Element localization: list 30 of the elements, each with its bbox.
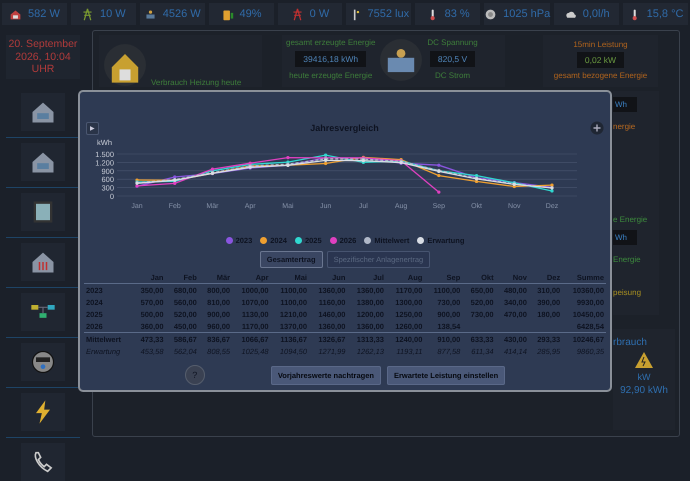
energy-value: Wh [613,230,637,245]
power-value: 0,02 kW [576,52,624,68]
status-value: 49% [240,8,262,20]
status-value: 1025 hPa [503,8,550,20]
date-time: 20. September 2026, 10:04 UHR [6,35,80,79]
energy-label: nergie [613,122,636,131]
import-label: gesamt bezogene Energie [554,71,648,80]
status-value: 10 W [100,8,126,20]
status-value: 83 % [444,8,470,20]
consumption-label: rbrauch [613,337,647,348]
consumption-value: 92,90 kWh [620,385,668,396]
power-label: 15min Leistung [573,40,628,49]
dc-voltage-value: 820,5 V [430,51,476,67]
total-energy-value: 39416,18 kWh [295,51,366,67]
status-value: 0,0l/h [582,8,610,20]
energy-label: Energie [613,255,641,264]
total-energy-label: gesamt erzeugte Energie [286,38,376,47]
status-value: 582 W [28,8,60,20]
dc-current-label: DC Strom [434,71,470,80]
status-value: 15,8 °C [646,8,684,20]
status-value: 7552 lux [368,8,410,20]
consumption-unit: kW [638,372,650,382]
energy-value: Wh [613,97,637,112]
energy-label: e Energie [613,215,648,224]
dc-voltage-label: DC Spannung [427,38,478,47]
energy-label: peisung [613,288,642,297]
status-value: 4526 W [162,8,201,20]
status-value: 0 W [310,8,330,20]
heating-label: Verbrauch Heizung heute [151,78,242,87]
today-energy-label: heute erzeugte Energie [289,71,372,80]
